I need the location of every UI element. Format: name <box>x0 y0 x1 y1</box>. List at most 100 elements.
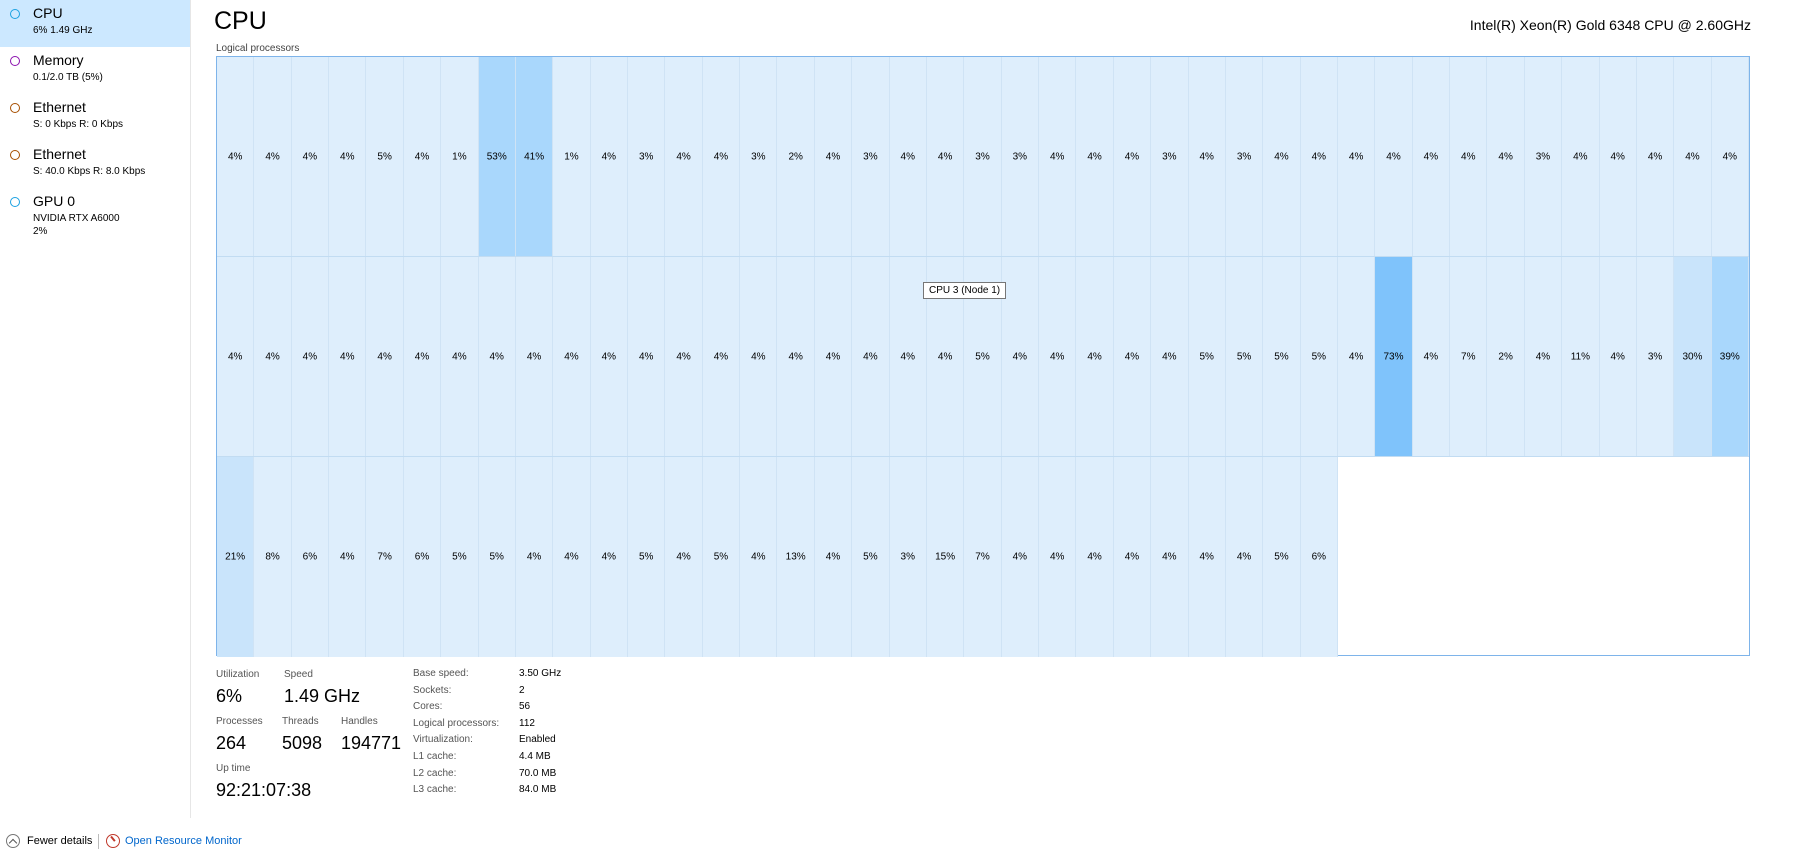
logical-processor-cell[interactable]: 4% <box>1562 57 1600 256</box>
logical-processor-cell[interactable]: 5% <box>1225 257 1264 456</box>
logical-processor-cell[interactable]: 4% <box>1375 57 1413 256</box>
logical-processor-cell[interactable]: 4% <box>1113 457 1152 657</box>
logical-processor-cell[interactable]: 41% <box>515 57 554 256</box>
logical-processor-cell[interactable]: 73% <box>1375 257 1413 456</box>
logical-processor-cell[interactable]: 8% <box>254 457 292 657</box>
logical-processor-cell[interactable]: 5% <box>1263 257 1301 456</box>
logical-processor-cell[interactable]: 4% <box>1225 457 1264 657</box>
logical-processor-cell[interactable]: 4% <box>1711 57 1749 256</box>
logical-processor-cell[interactable]: 5% <box>702 457 741 657</box>
logical-processor-cell[interactable]: 4% <box>1263 57 1301 256</box>
logical-processor-cell[interactable]: 4% <box>217 57 255 256</box>
sidebar-item-ethernet[interactable]: Ethernet S: 40.0 Kbps R: 8.0 Kbps <box>0 141 190 188</box>
logical-processor-cell[interactable]: 4% <box>1188 57 1226 256</box>
logical-processor-cell[interactable]: 4% <box>1487 57 1525 256</box>
logical-processor-cell[interactable]: 4% <box>1113 257 1152 456</box>
logical-processor-cell[interactable]: 4% <box>1113 57 1152 256</box>
open-resource-monitor-link[interactable]: Open Resource Monitor <box>125 835 242 847</box>
logical-processor-cell[interactable]: 4% <box>329 257 367 456</box>
logical-processor-cell[interactable]: 6% <box>1300 457 1338 657</box>
logical-processor-cell[interactable]: 4% <box>291 257 330 456</box>
logical-processor-cell[interactable]: 4% <box>254 257 292 456</box>
logical-processor-cell[interactable]: 5% <box>441 457 479 657</box>
logical-processor-cell[interactable]: 7% <box>366 457 404 657</box>
logical-processor-cell[interactable]: 4% <box>1337 57 1376 256</box>
logical-processor-cell[interactable]: 3% <box>852 57 890 256</box>
logical-processor-cell[interactable]: 4% <box>665 57 703 256</box>
logical-processor-cell[interactable]: 4% <box>590 57 629 256</box>
logical-processor-cell[interactable]: 4% <box>1039 257 1077 456</box>
logical-processor-cell[interactable]: 4% <box>329 57 367 256</box>
logical-processor-cell[interactable]: 4% <box>1412 57 1451 256</box>
logical-processor-cell[interactable]: 4% <box>777 257 815 456</box>
logical-processor-cell[interactable]: 5% <box>852 457 890 657</box>
logical-processor-cell[interactable]: 4% <box>665 457 703 657</box>
logical-processor-cell[interactable]: 5% <box>1188 257 1226 456</box>
logical-processor-cell[interactable]: 30% <box>1674 257 1712 456</box>
logical-processor-cell[interactable]: 4% <box>1412 257 1451 456</box>
logical-processor-cell[interactable]: 4% <box>1300 57 1338 256</box>
logical-processor-cell[interactable]: 5% <box>1300 257 1338 456</box>
logical-processor-cell[interactable]: 11% <box>1562 257 1600 456</box>
logical-processor-cell[interactable]: 6% <box>403 457 442 657</box>
logical-processor-cell[interactable]: 4% <box>329 457 367 657</box>
logical-processor-cell[interactable]: 3% <box>1001 57 1040 256</box>
logical-processor-cell[interactable]: 6% <box>291 457 330 657</box>
logical-processor-cell[interactable]: 4% <box>1599 57 1637 256</box>
logical-processor-cell[interactable]: 4% <box>1337 257 1376 456</box>
sidebar-item-ethernet[interactable]: Ethernet S: 0 Kbps R: 0 Kbps <box>0 94 190 141</box>
logical-processor-cell[interactable]: 5% <box>478 457 516 657</box>
logical-processor-cell[interactable]: 4% <box>1636 57 1675 256</box>
logical-processor-cell[interactable]: 4% <box>254 57 292 256</box>
logical-processor-cell[interactable]: 4% <box>1151 457 1189 657</box>
logical-processor-cell[interactable]: 4% <box>217 257 255 456</box>
logical-processor-cell[interactable]: 3% <box>628 57 666 256</box>
logical-processor-cell[interactable]: 4% <box>366 257 404 456</box>
logical-processors-grid[interactable]: 4% 4% 4% 4% 5% 4% 1% 53% 41% 1% 4% 3% 4% 4% 3% 2% 4% 3% 4%… <box>216 56 1750 657</box>
logical-processor-cell[interactable]: 4% <box>665 257 703 456</box>
logical-processor-cell[interactable]: 4% <box>702 257 741 456</box>
logical-processor-cell[interactable]: 3% <box>1151 57 1189 256</box>
logical-processor-cell[interactable]: 4% <box>1151 257 1189 456</box>
logical-processor-cell[interactable]: 4% <box>1674 57 1712 256</box>
sidebar-item-cpu[interactable]: CPU 6% 1.49 GHz <box>0 0 190 47</box>
logical-processor-cell[interactable]: 21% <box>217 457 255 657</box>
logical-processor-cell[interactable]: 4% <box>553 457 591 657</box>
logical-processor-cell[interactable]: 3% <box>1636 257 1675 456</box>
fewer-details-button[interactable]: Fewer details <box>27 835 92 847</box>
chevron-up-icon[interactable] <box>6 834 20 848</box>
logical-processor-cell[interactable]: 5% <box>628 457 666 657</box>
logical-processor-cell[interactable]: 3% <box>1225 57 1264 256</box>
logical-processor-cell[interactable]: 3% <box>740 57 778 256</box>
logical-processor-cell[interactable]: 4% <box>702 57 741 256</box>
logical-processor-cell[interactable]: 4% <box>515 257 554 456</box>
logical-processor-cell[interactable]: 4% <box>1076 57 1114 256</box>
logical-processor-cell[interactable]: 1% <box>441 57 479 256</box>
logical-processor-cell[interactable]: 4% <box>628 257 666 456</box>
logical-processor-cell[interactable]: 4% <box>740 257 778 456</box>
logical-processor-cell[interactable]: 3% <box>889 457 927 657</box>
logical-processor-cell[interactable]: 2% <box>777 57 815 256</box>
logical-processor-cell[interactable]: 53% <box>478 57 516 256</box>
logical-processor-cell[interactable]: 4% <box>441 257 479 456</box>
logical-processor-cell[interactable]: 4% <box>889 257 927 456</box>
logical-processor-cell[interactable]: 3% <box>1524 57 1563 256</box>
sidebar-item-gpu-0[interactable]: GPU 0 NVIDIA RTX A6000 2% <box>0 188 190 237</box>
logical-processor-cell[interactable]: 4% <box>1076 457 1114 657</box>
logical-processor-cell[interactable]: 13% <box>777 457 815 657</box>
logical-processor-cell[interactable]: 15% <box>926 457 965 657</box>
logical-processor-cell[interactable]: 4% <box>403 257 442 456</box>
logical-processor-cell[interactable]: 4% <box>1188 457 1226 657</box>
logical-processor-cell[interactable]: 4% <box>590 457 629 657</box>
logical-processor-cell[interactable]: 4% <box>814 457 853 657</box>
logical-processor-cell[interactable]: 5% <box>366 57 404 256</box>
logical-processor-cell[interactable]: 2% <box>1487 257 1525 456</box>
logical-processor-cell[interactable]: 4% <box>1001 257 1040 456</box>
sidebar-item-memory[interactable]: Memory 0.1/2.0 TB (5%) <box>0 47 190 94</box>
logical-processor-cell[interactable]: 4% <box>1039 57 1077 256</box>
logical-processor-cell[interactable]: 4% <box>1039 457 1077 657</box>
logical-processor-cell[interactable]: 4% <box>852 257 890 456</box>
logical-processor-cell[interactable]: 7% <box>1450 257 1488 456</box>
logical-processor-cell[interactable]: 4% <box>1524 257 1563 456</box>
logical-processor-cell[interactable]: 5% <box>1263 457 1301 657</box>
